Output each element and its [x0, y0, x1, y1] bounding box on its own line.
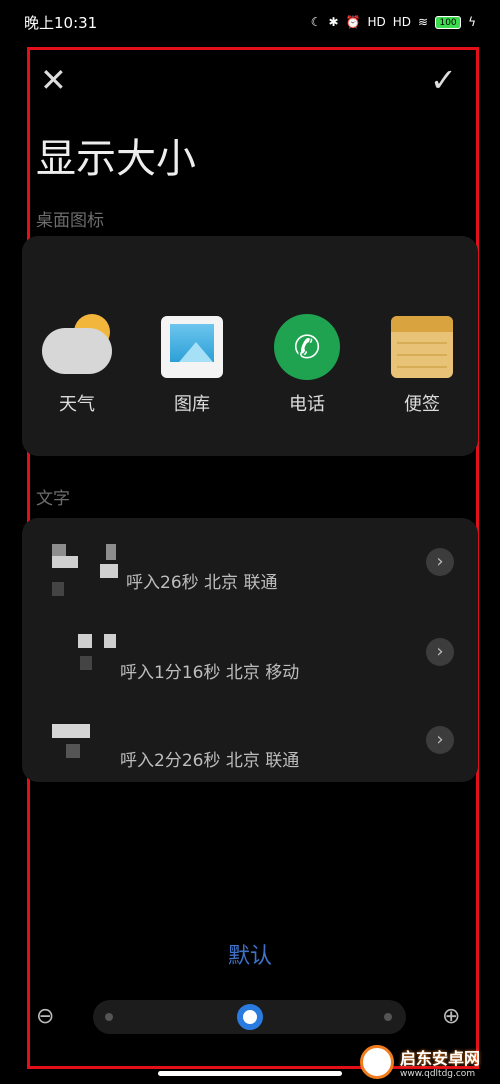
moon-icon: ☾ — [310, 15, 322, 29]
zoom-in-icon[interactable]: ⊕ — [442, 1004, 460, 1029]
alarm-icon: ⏰ — [345, 15, 361, 29]
chevron-right-icon[interactable]: › — [426, 548, 454, 576]
status-bar: 晚上10:31 ☾ ✱ ⏰ HD HD ≋ 100 ϟ — [0, 0, 500, 44]
icon-preview-card: 天气 图库 ✆ 电话 便签 — [22, 236, 478, 456]
watermark-url: www.qdltdg.com — [400, 1069, 476, 1079]
watermark: 启东安卓网 www.qdltdg.com — [360, 1040, 500, 1084]
home-indicator[interactable] — [158, 1071, 342, 1076]
zoom-out-icon[interactable]: ⊖ — [36, 1004, 54, 1029]
watermark-logo-icon — [360, 1045, 394, 1079]
watermark-name: 启东安卓网 — [400, 1049, 481, 1068]
call-log-row: 呼入26秒 北京 联通 › — [22, 534, 478, 622]
signal-icon-2: HD — [392, 15, 412, 29]
slider-step — [105, 1013, 113, 1021]
status-time: 晚上10:31 — [24, 13, 98, 32]
notes-icon — [387, 314, 457, 380]
text-preview-card: 呼入26秒 北京 联通 › 呼入1分16秒 北京 移动 › 呼入2分26秒 北京… — [22, 518, 478, 782]
charging-icon: ϟ — [468, 15, 476, 29]
size-slider[interactable] — [93, 1000, 406, 1034]
gallery-icon — [157, 314, 227, 380]
app-label: 图库 — [174, 394, 210, 415]
app-notes: 便签 — [384, 314, 460, 416]
close-icon[interactable]: ✕ — [40, 64, 67, 96]
section-label-text: 文字 — [36, 489, 70, 509]
signal-icon: HD — [367, 15, 386, 29]
slider-step — [384, 1013, 392, 1021]
default-button[interactable]: 默认 — [0, 938, 500, 970]
phone-icon: ✆ — [272, 314, 342, 380]
app-label: 天气 — [59, 394, 95, 415]
chevron-right-icon[interactable]: › — [426, 726, 454, 754]
wifi-icon: ≋ — [418, 15, 429, 29]
bluetooth-icon: ✱ — [328, 15, 339, 29]
call-detail: 呼入2分26秒 北京 联通 — [120, 751, 300, 771]
app-weather: 天气 — [39, 314, 115, 416]
call-detail: 呼入1分16秒 北京 移动 — [120, 663, 300, 683]
app-label: 便签 — [404, 394, 440, 415]
page-title: 显示大小 — [36, 136, 196, 182]
app-phone: ✆ 电话 — [269, 314, 345, 416]
battery-icon: 100 — [435, 15, 462, 29]
app-label: 电话 — [289, 394, 325, 415]
call-detail: 呼入26秒 北京 联通 — [126, 573, 278, 593]
status-icons: ☾ ✱ ⏰ HD HD ≋ 100 ϟ — [311, 15, 476, 29]
confirm-icon[interactable]: ✓ — [430, 64, 457, 96]
call-log-row: 呼入1分16秒 北京 移动 › — [22, 624, 478, 712]
section-label-icons: 桌面图标 — [36, 211, 104, 231]
chevron-right-icon[interactable]: › — [426, 638, 454, 666]
call-log-row: 呼入2分26秒 北京 联通 › — [22, 712, 478, 800]
weather-icon — [42, 314, 112, 380]
app-gallery: 图库 — [154, 314, 230, 416]
slider-thumb[interactable] — [237, 1004, 263, 1030]
